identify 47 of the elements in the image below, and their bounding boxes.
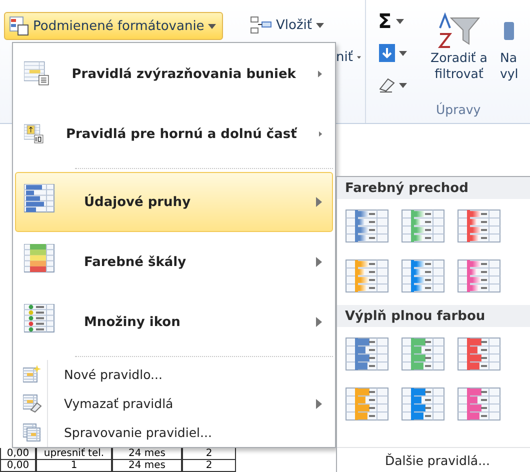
section-heading: Farebný prechod bbox=[337, 177, 530, 199]
autosum-button[interactable]: Σ bbox=[378, 8, 418, 34]
clear-rules-icon bbox=[23, 394, 42, 413]
fill-down-icon bbox=[378, 43, 396, 63]
menu-item[interactable]: Údajové pruhy bbox=[15, 172, 333, 232]
caret-icon bbox=[356, 54, 361, 60]
data-bar-style-icon[interactable] bbox=[457, 259, 501, 293]
caret-icon bbox=[399, 50, 407, 56]
data-bar-style-icon[interactable] bbox=[345, 209, 389, 243]
group-label: Úpravy bbox=[436, 102, 481, 117]
manage-rules-icon bbox=[23, 423, 42, 442]
menu-item[interactable]: Spravovanie pravidiel... bbox=[16, 418, 333, 447]
menu-item[interactable]: Množiny ikon bbox=[15, 292, 333, 352]
table-cell: 0,00 bbox=[0, 460, 36, 472]
new-rule-icon bbox=[23, 365, 42, 384]
data-bar-style-icon[interactable] bbox=[401, 259, 445, 293]
menu-item[interactable]: Pravidlá pre hornú a dolnú časť bbox=[15, 104, 333, 164]
insert-button[interactable]: Vložiť bbox=[246, 14, 365, 36]
caret-icon bbox=[396, 18, 404, 24]
find-select-button[interactable]: Na vyl bbox=[500, 8, 530, 123]
menu-item[interactable]: Vymazať pravidlá bbox=[16, 389, 333, 418]
sort-filter-icon bbox=[437, 12, 481, 50]
data-bar-style-icon[interactable] bbox=[457, 337, 501, 371]
data-bar-style-icon[interactable] bbox=[345, 259, 389, 293]
menu-item[interactable]: Farebné škály bbox=[15, 232, 333, 292]
menu-item[interactable]: Pravidlá zvýrazňovania buniek bbox=[15, 44, 333, 104]
conditional-formatting-button[interactable]: Podmienené formátovanie bbox=[4, 12, 224, 40]
table-cell: 24 mes bbox=[112, 460, 182, 472]
data-bar-style-icon[interactable] bbox=[401, 337, 445, 371]
data-bar-style-icon[interactable] bbox=[345, 387, 389, 421]
data-bar-style-icon[interactable] bbox=[457, 209, 501, 243]
table-cell: 2 bbox=[182, 460, 236, 472]
data-bar-style-icon[interactable] bbox=[401, 209, 445, 243]
data-bar-style-icon[interactable] bbox=[345, 337, 389, 371]
data-bar-style-icon[interactable] bbox=[401, 387, 445, 421]
table-cell: 1 bbox=[36, 460, 112, 472]
caret-icon bbox=[399, 82, 407, 88]
format-button[interactable]: niť bbox=[332, 46, 365, 68]
more-rules-item[interactable]: Ďalšie pravidlá... bbox=[337, 447, 530, 472]
caret-icon bbox=[208, 24, 216, 28]
data-bar-style-icon[interactable] bbox=[457, 387, 501, 421]
section-heading: Výplň plnou farbou bbox=[337, 305, 530, 327]
eraser-icon bbox=[378, 77, 396, 93]
conditional-formatting-icon bbox=[9, 16, 29, 36]
caret-icon bbox=[316, 22, 324, 28]
menu-item[interactable]: Nové pravidlo... bbox=[16, 360, 333, 389]
insert-cells-icon bbox=[250, 16, 272, 34]
